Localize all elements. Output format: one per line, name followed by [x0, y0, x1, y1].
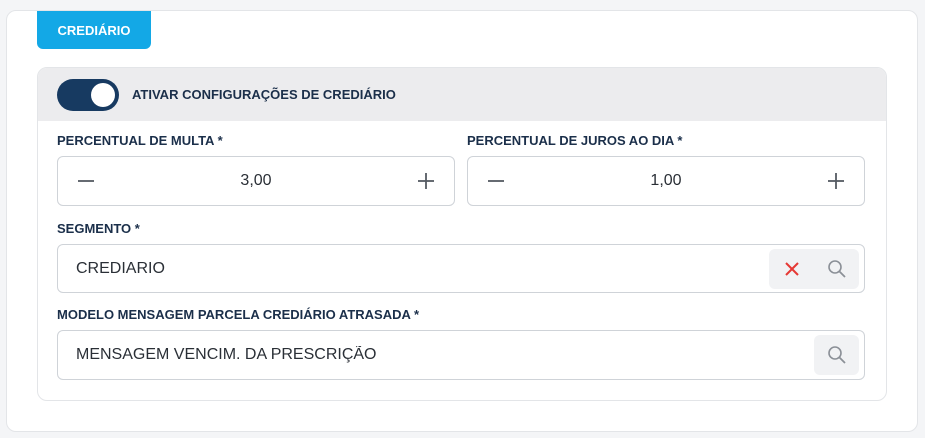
multa-increment-button[interactable] [398, 157, 454, 205]
minus-icon [488, 180, 504, 182]
tab-crediario[interactable]: CREDIÁRIO [37, 11, 151, 49]
juros-value[interactable]: 1,00 [524, 172, 808, 190]
minus-icon [78, 180, 94, 182]
multa-label: PERCENTUAL DE MULTA * [57, 133, 223, 148]
modelo-actions [814, 335, 859, 375]
close-icon [784, 261, 799, 276]
segmento-label: SEGMENTO * [57, 221, 140, 236]
juros-stepper[interactable]: 1,00 [467, 156, 865, 206]
plus-icon [828, 173, 844, 189]
search-icon [827, 346, 846, 364]
search-icon [827, 259, 846, 278]
segmento-field[interactable]: CREDIARIO [57, 244, 865, 293]
segmento-value[interactable]: CREDIARIO [58, 260, 769, 278]
search-modelo-button[interactable] [814, 335, 859, 375]
juros-decrement-button[interactable] [468, 157, 524, 205]
multa-decrement-button[interactable] [58, 157, 114, 205]
clear-segmento-button[interactable] [769, 249, 814, 289]
plus-icon [418, 173, 434, 189]
juros-label: PERCENTUAL DE JUROS AO DIA * [467, 133, 683, 148]
segmento-actions [769, 248, 859, 289]
multa-stepper[interactable]: 3,00 [57, 156, 455, 206]
modelo-label: MODELO MENSAGEM PARCELA CREDIÁRIO ATRASA… [57, 307, 420, 322]
switch-knob [91, 82, 115, 107]
modelo-field[interactable]: MENSAGEM VENCIM. DA PRESCRIÇÃO [57, 330, 865, 380]
toggle-bar: ATIVAR CONFIGURAÇÕES DE CREDIÁRIO [38, 68, 886, 121]
multa-value[interactable]: 3,00 [114, 172, 398, 190]
toggle-label: ATIVAR CONFIGURAÇÕES DE CREDIÁRIO [132, 87, 396, 102]
juros-increment-button[interactable] [808, 157, 864, 205]
modelo-value[interactable]: MENSAGEM VENCIM. DA PRESCRIÇÃO [58, 346, 814, 364]
tab-label: CREDIÁRIO [57, 22, 131, 38]
search-segmento-button[interactable] [814, 249, 859, 289]
ativar-crediario-switch[interactable] [57, 78, 119, 111]
